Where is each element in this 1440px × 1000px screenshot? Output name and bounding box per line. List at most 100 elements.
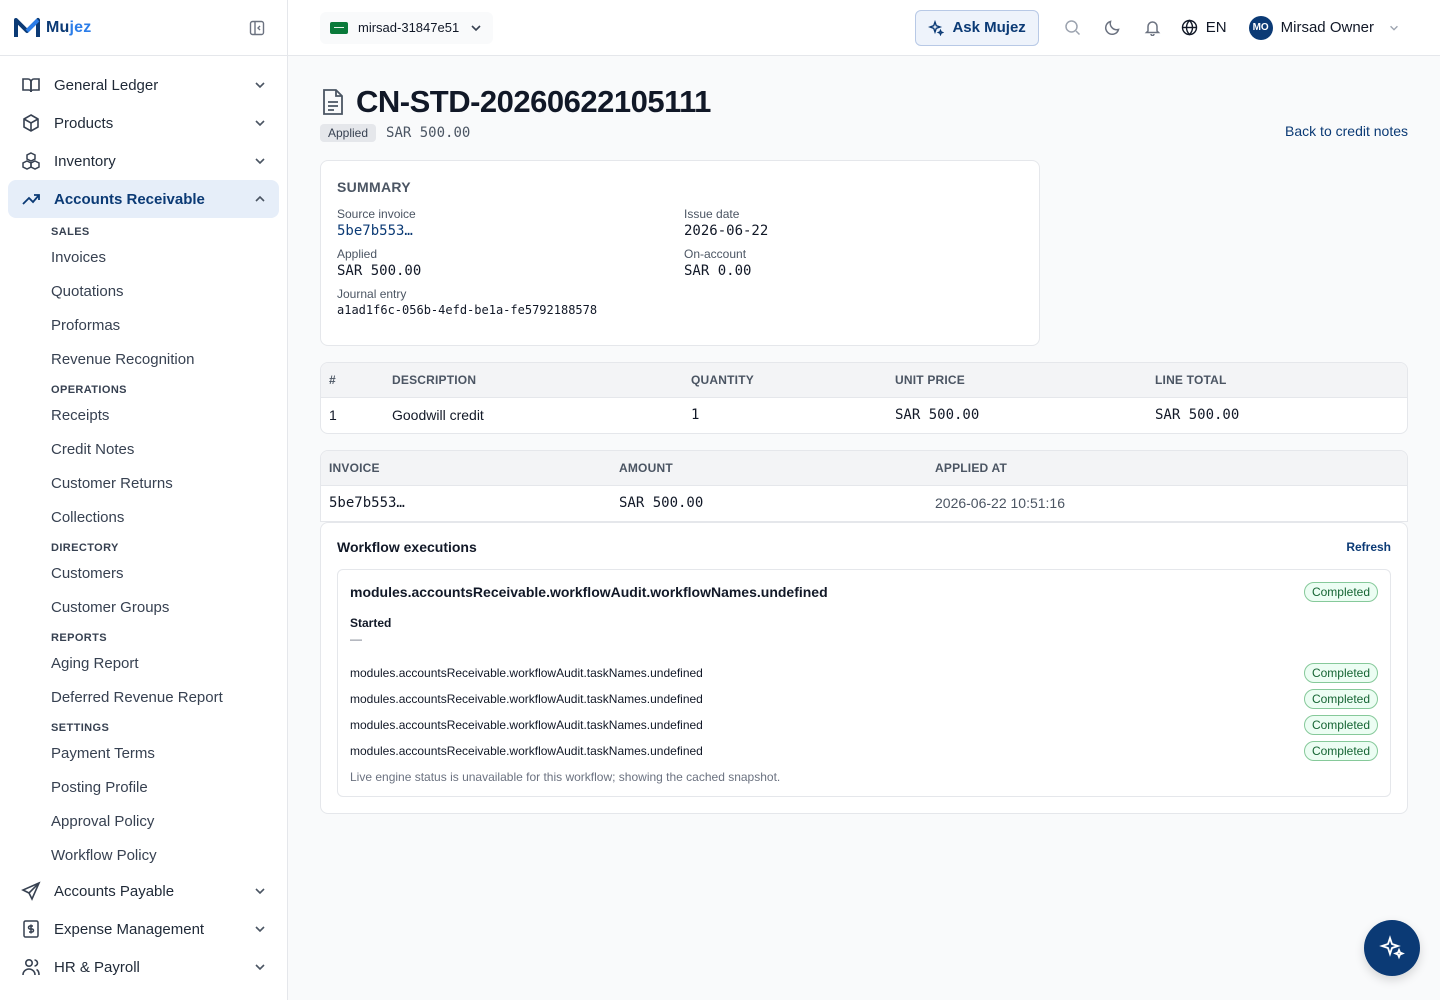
mujez-logo-icon xyxy=(14,17,40,37)
sidebar-item-proformas[interactable]: Proformas xyxy=(51,308,287,342)
summary-card: SUMMARY Source invoice 5be7b553… Issue d… xyxy=(320,160,1040,346)
boxes-icon xyxy=(20,150,42,172)
brand-bar: Mujez xyxy=(0,0,287,56)
table-header-row: # DESCRIPTION QUANTITY UNIT PRICE LINE T… xyxy=(321,363,1407,398)
task-name: modules.accountsReceivable.workflowAudit… xyxy=(350,666,703,680)
brand-name: Mujez xyxy=(46,18,92,36)
column-header: # xyxy=(321,363,384,398)
sidebar-item-credit-notes[interactable]: Credit Notes xyxy=(51,432,287,466)
sidebar-item-deferred-revenue-report[interactable]: Deferred Revenue Report xyxy=(51,680,287,714)
accounts-receivable-submenu: SALES Invoices Quotations Proformas Reve… xyxy=(0,218,287,872)
workflow-execution-header: modules.accountsReceivable.workflowAudit… xyxy=(350,582,1378,602)
list-item: modules.accountsReceivable.workflowAudit… xyxy=(350,712,1378,738)
trending-up-icon xyxy=(20,188,42,210)
sidebar-item-collections[interactable]: Collections xyxy=(51,500,287,534)
chevron-down-icon xyxy=(253,884,267,898)
status-badge: Completed xyxy=(1303,715,1378,735)
assistant-fab-button[interactable] xyxy=(1364,920,1420,976)
section-heading: SALES xyxy=(51,226,90,238)
application-invoice[interactable]: 5be7b553… xyxy=(321,485,611,521)
sidebar-item-quotations[interactable]: Quotations xyxy=(51,274,287,308)
sidebar-item-label: Inventory xyxy=(54,152,116,170)
lines-table-card: # DESCRIPTION QUANTITY UNIT PRICE LINE T… xyxy=(320,362,1408,434)
send-icon xyxy=(20,880,42,902)
status-badge: Applied xyxy=(320,124,377,142)
issue-date-field: Issue date 2026-06-22 xyxy=(684,207,1004,239)
applied-field: Applied SAR 500.00 xyxy=(337,247,684,279)
sidebar-item-expense-management[interactable]: Expense Management xyxy=(8,910,279,948)
sidebar-item-inventory[interactable]: Inventory xyxy=(8,142,279,180)
language-switcher[interactable]: EN xyxy=(1181,19,1227,36)
application-applied-at: 2026-06-22 10:51:16 xyxy=(935,495,1065,512)
sidebar-item-receipts[interactable]: Receipts xyxy=(51,398,287,432)
workflow-title: Workflow executions xyxy=(337,539,477,555)
chevron-down-icon xyxy=(1388,22,1400,34)
sidebar: Mujez General Ledger Products Inventory … xyxy=(0,0,288,1000)
sparkles-icon xyxy=(1379,935,1405,961)
topbar: mirsad-31847e51 Ask Mujez EN MO Mirsad O… xyxy=(288,0,1440,56)
line-quantity: 1 xyxy=(691,407,700,424)
refresh-button[interactable]: Refresh xyxy=(1346,540,1391,554)
user-name: Mirsad Owner xyxy=(1280,19,1374,36)
page-subheader: Applied SAR 500.00 xyxy=(320,124,1408,142)
sidebar-collapse-icon[interactable] xyxy=(247,18,267,38)
sidebar-item-aging-report[interactable]: Aging Report xyxy=(51,646,287,680)
back-to-credit-notes-link[interactable]: Back to credit notes xyxy=(1285,123,1408,139)
bell-icon[interactable] xyxy=(1133,10,1173,46)
sidebar-item-revenue-recognition[interactable]: Revenue Recognition xyxy=(51,342,287,376)
workflow-name: modules.accountsReceivable.workflowAudit… xyxy=(350,584,828,600)
page-header: CN-STD-20260622105111 xyxy=(320,84,1408,120)
chevron-down-icon xyxy=(253,116,267,130)
sidebar-item-general-ledger[interactable]: General Ledger xyxy=(8,66,279,104)
sidebar-item-customer-groups[interactable]: Customer Groups xyxy=(51,590,287,624)
status-badge: Completed xyxy=(1303,689,1378,709)
field-label: Issue date xyxy=(684,207,740,221)
source-invoice-link[interactable]: 5be7b553… xyxy=(337,223,684,239)
logo[interactable]: Mujez xyxy=(14,17,91,39)
ask-mujez-button[interactable]: Ask Mujez xyxy=(915,9,1039,46)
column-header: UNIT PRICE xyxy=(887,363,1147,398)
section-heading: DIRECTORY xyxy=(51,542,119,554)
user-menu[interactable]: MO Mirsad Owner xyxy=(1248,15,1400,40)
workflow-executions-card: Workflow executions Refresh modules.acco… xyxy=(320,522,1408,814)
column-header: QUANTITY xyxy=(683,363,887,398)
ask-mujez-label: Ask Mujez xyxy=(952,19,1026,36)
chevron-down-icon xyxy=(253,78,267,92)
sidebar-item-accounts-receivable[interactable]: Accounts Receivable xyxy=(8,180,279,218)
sidebar-item-hr-payroll[interactable]: HR & Payroll xyxy=(8,948,279,986)
line-total: SAR 500.00 xyxy=(1155,407,1240,424)
sidebar-item-approval-policy[interactable]: Approval Policy xyxy=(51,804,287,838)
status-badge: Completed xyxy=(1303,663,1378,683)
moon-icon[interactable] xyxy=(1093,10,1133,46)
avatar: MO xyxy=(1248,15,1273,40)
sidebar-item-customer-returns[interactable]: Customer Returns xyxy=(51,466,287,500)
document-icon xyxy=(320,88,346,116)
sidebar-item-accounts-payable[interactable]: Accounts Payable xyxy=(8,872,279,910)
column-header: INVOICE xyxy=(321,451,611,486)
on-account-value: SAR 0.00 xyxy=(684,263,752,279)
list-item: modules.accountsReceivable.workflowAudit… xyxy=(350,686,1378,712)
started-label: Started xyxy=(350,616,392,630)
sidebar-item-invoices[interactable]: Invoices xyxy=(51,240,287,274)
organization-switcher[interactable]: mirsad-31847e51 xyxy=(320,11,494,44)
sparkles-icon xyxy=(928,19,945,36)
organization-name: mirsad-31847e51 xyxy=(358,20,460,35)
field-label: Journal entry xyxy=(337,287,407,301)
task-name: modules.accountsReceivable.workflowAudit… xyxy=(350,718,703,732)
search-icon[interactable] xyxy=(1053,10,1093,46)
section-heading: OPERATIONS xyxy=(51,384,127,396)
sidebar-item-posting-profile[interactable]: Posting Profile xyxy=(51,770,287,804)
table-header-row: INVOICE AMOUNT APPLIED AT xyxy=(321,451,1407,486)
box-icon xyxy=(20,112,42,134)
saudi-flag-icon xyxy=(330,21,348,34)
sidebar-item-products[interactable]: Products xyxy=(8,104,279,142)
sidebar-item-workflow-policy[interactable]: Workflow Policy xyxy=(51,838,287,872)
on-account-field: On-account SAR 0.00 xyxy=(684,247,1004,279)
sidebar-item-label: General Ledger xyxy=(54,76,159,94)
workflow-execution: modules.accountsReceivable.workflowAudit… xyxy=(337,569,1391,797)
sidebar-item-customers[interactable]: Customers xyxy=(51,556,287,590)
globe-icon xyxy=(1181,19,1198,36)
applications-table-card: INVOICE AMOUNT APPLIED AT 5be7b553… SAR … xyxy=(320,450,1408,522)
sidebar-item-payment-terms[interactable]: Payment Terms xyxy=(51,736,287,770)
journal-entry-field: Journal entry a1ad1f6c-056b-4efd-be1a-fe… xyxy=(337,287,684,317)
